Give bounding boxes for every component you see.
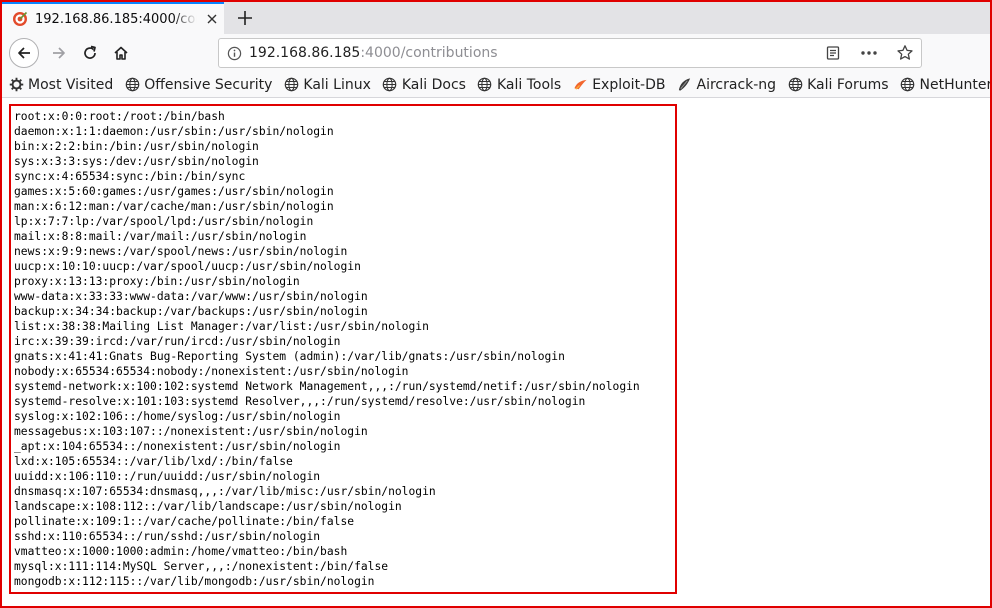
bookmark-exploit-db[interactable]: Exploit-DB [572, 76, 666, 93]
output-line: mongodb:x:112:115::/var/lib/mongodb:/usr… [14, 575, 375, 588]
bookmark-kali-docs[interactable]: Kali Docs [382, 77, 466, 93]
back-button[interactable] [9, 38, 39, 68]
bookmark-label: Kali Linux [303, 76, 371, 93]
output-line: uuidd:x:106:110::/run/uuidd:/usr/sbin/no… [14, 470, 321, 483]
url-path: :4000/contributions [360, 45, 498, 61]
arrow-left-icon [18, 47, 30, 59]
globe-icon [787, 77, 803, 93]
output-line: landscape:x:108:112::/var/lib/landscape:… [14, 500, 402, 513]
bookmark-nethunter[interactable]: NetHunter [900, 77, 990, 93]
plus-icon [238, 11, 252, 25]
output-line: messagebus:x:103:107::/nonexistent:/usr/… [14, 425, 368, 438]
bookmark-most-visited[interactable]: Most Visited [8, 77, 113, 93]
passwd-file-output: root:x:0:0:root:/root:/bin/bash daemon:x:… [14, 109, 675, 589]
page-content: root:x:0:0:root:/root:/bin/bash daemon:x:… [2, 98, 990, 606]
output-line: dnsmasq:x:107:65534:dnsmasq,,,:/var/lib/… [14, 485, 436, 498]
reload-button[interactable] [75, 38, 105, 68]
active-tab[interactable]: 192.168.86.185:4000/contributions [2, 2, 224, 34]
tab-title: 192.168.86.185:4000/contributions [35, 11, 197, 27]
globe-icon [477, 77, 493, 93]
output-line: games:x:5:60:games:/usr/games:/usr/sbin/… [14, 185, 334, 198]
bookmark-label: Kali Docs [401, 76, 466, 93]
reader-view-icon[interactable] [823, 43, 843, 63]
output-line: gnats:x:41:41:Gnats Bug-Reporting System… [14, 350, 565, 363]
bookmark-kali-forums[interactable]: Kali Forums [787, 76, 889, 93]
output-line: vmatteo:x:1000:1000:admin:/home/vmatteo:… [14, 545, 348, 558]
output-line: mysql:x:111:114:MySQL Server,,,:/nonexis… [14, 560, 389, 573]
output-line: lp:x:7:7:lp:/var/spool/lpd:/usr/sbin/nol… [14, 215, 314, 228]
home-icon [114, 46, 128, 60]
globe-icon [124, 77, 140, 93]
output-line: syslog:x:102:106::/home/syslog:/usr/sbin… [14, 410, 341, 423]
output-line: _apt:x:104:65534::/nonexistent:/usr/sbin… [14, 440, 341, 453]
output-line: bin:x:2:2:bin:/bin:/usr/sbin/nologin [14, 140, 259, 153]
exploit-db-icon [572, 77, 588, 93]
tab-strip: 192.168.86.185:4000/contributions [2, 2, 990, 34]
close-tab-icon[interactable] [203, 10, 221, 28]
output-line: sync:x:4:65534:sync:/bin:/bin/sync [14, 170, 246, 183]
bookmark-label: Kali Tools [496, 76, 562, 93]
output-line: mail:x:8:8:mail:/var/mail:/usr/sbin/nolo… [14, 230, 307, 243]
output-line: root:x:0:0:root:/root:/bin/bash [14, 110, 225, 123]
output-line: www-data:x:33:33:www-data:/var/www:/usr/… [14, 290, 368, 303]
output-line: list:x:38:38:Mailing List Manager:/var/l… [14, 320, 429, 333]
bookmark-aircrack-ng[interactable]: Aircrack-ng [677, 76, 777, 93]
output-line: man:x:6:12:man:/var/cache/man:/usr/sbin/… [14, 200, 334, 213]
bookmark-label: Offensive Security [144, 76, 273, 93]
globe-icon [900, 77, 916, 93]
output-line: systemd-resolve:x:101:103:systemd Resolv… [14, 395, 586, 408]
bookmark-kali-tools[interactable]: Kali Tools [477, 77, 561, 93]
bookmark-label: Aircrack-ng [696, 76, 777, 93]
reload-icon [84, 45, 96, 59]
passwd-output-highlight: root:x:0:0:root:/root:/bin/bash daemon:x:… [9, 104, 677, 594]
globe-icon [283, 77, 299, 93]
navigation-bar: 192.168.86.185:4000/contributions [2, 34, 990, 72]
bookmark-offensive-security[interactable]: Offensive Security [124, 77, 272, 93]
output-line: backup:x:34:34:backup:/var/backups:/usr/… [14, 305, 368, 318]
output-line: sys:x:3:3:sys:/dev:/usr/sbin/nologin [14, 155, 259, 168]
forward-button[interactable] [44, 38, 74, 68]
home-button[interactable] [106, 38, 136, 68]
gear-icon [8, 77, 24, 93]
output-line: pollinate:x:109:1::/var/cache/pollinate:… [14, 515, 355, 528]
bookmark-kali-linux[interactable]: Kali Linux [283, 76, 371, 93]
url-text[interactable]: 192.168.86.185:4000/contributions [249, 45, 498, 61]
bookmark-label: Kali Forums [807, 76, 889, 93]
bookmark-star-icon[interactable] [895, 43, 915, 63]
bookmarks-toolbar: Most Visited Offensive Security Kali Lin… [2, 72, 990, 98]
output-line: sshd:x:110:65534::/run/sshd:/usr/sbin/no… [14, 530, 321, 543]
bookmark-label: Most Visited [28, 76, 114, 93]
output-line: nobody:x:65534:65534:nobody:/nonexistent… [14, 365, 409, 378]
output-line: daemon:x:1:1:daemon:/usr/sbin:/usr/sbin/… [14, 125, 334, 138]
globe-icon [382, 77, 398, 93]
arrow-right-icon [53, 47, 65, 59]
aircrack-icon [677, 77, 693, 93]
info-icon[interactable] [219, 46, 249, 61]
output-line: uucp:x:10:10:uucp:/var/spool/uucp:/usr/s… [14, 260, 361, 273]
url-host: 192.168.86.185 [249, 45, 361, 61]
output-line: systemd-network:x:100:102:systemd Networ… [14, 380, 640, 393]
output-line: proxy:x:13:13:proxy:/bin:/usr/sbin/nolog… [14, 275, 300, 288]
target-favicon-icon [13, 11, 28, 26]
output-line: news:x:9:9:news:/var/spool/news:/usr/sbi… [14, 245, 348, 258]
output-line: lxd:x:105:65534::/var/lib/lxd/:/bin/fals… [14, 455, 293, 468]
page-actions-icon[interactable] [859, 43, 879, 63]
new-tab-button[interactable] [234, 7, 256, 29]
output-line: irc:x:39:39:ircd:/var/run/ircd:/usr/sbin… [14, 335, 341, 348]
url-bar[interactable]: 192.168.86.185:4000/contributions [218, 38, 922, 68]
bookmark-label: NetHunter [919, 76, 990, 93]
bookmark-label: Exploit-DB [592, 76, 666, 93]
